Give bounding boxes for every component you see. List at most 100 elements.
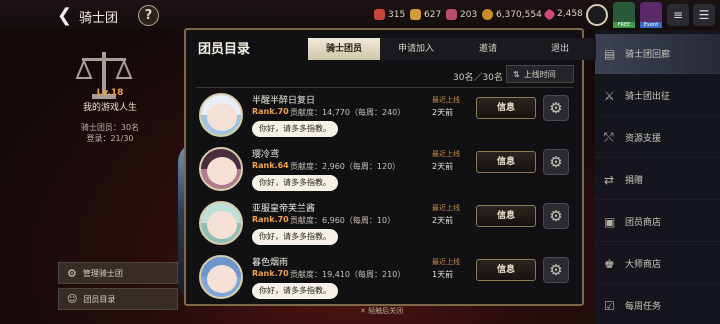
modal-tabs: 骑士团员 申请加入 邀请 退出 — [308, 38, 596, 60]
member-contribution: 贡献度：19,410（每周：210） — [290, 270, 406, 279]
last-login-value: 2天前 — [432, 108, 454, 117]
resource-gold-bar[interactable]: 627 — [410, 9, 441, 20]
avatar-face — [207, 211, 237, 239]
pvp-swords-icon[interactable] — [586, 4, 608, 26]
nav-guild-hall[interactable]: ▤ 骑士团回廊 — [595, 34, 720, 74]
last-login-label: 最近上线 — [432, 258, 460, 266]
info-button[interactable]: 信息 — [476, 259, 536, 281]
shuffle-icon: ⤲ — [604, 130, 614, 144]
resource-coin[interactable]: 6,370,554 — [482, 9, 542, 20]
screen-title: 骑士团 — [79, 11, 119, 26]
member-list-button[interactable]: ☺ 团员目录 — [58, 288, 178, 310]
modal-title: 团员目录 — [198, 42, 251, 57]
settings-gear-icon[interactable]: ⚙ — [543, 203, 569, 229]
member-greeting: 你好，请多多指教。 — [252, 175, 338, 191]
avatar-face — [207, 103, 237, 131]
manage-guild-button[interactable]: ⚙ 管理骑士团 — [58, 262, 178, 284]
member-avatar[interactable] — [199, 93, 243, 137]
guild-member-count: 骑士团员：30名 — [80, 123, 140, 132]
avatar-face — [207, 265, 237, 293]
help-button[interactable]: ? — [138, 5, 159, 26]
tab-members[interactable]: 骑士团员 — [308, 38, 380, 60]
member-row: 半醒半醉日复日 Rank.70 贡献度：14,770（每周：240） 你好，请多… — [194, 90, 574, 144]
guild-level: Lv.18 — [96, 88, 124, 98]
master-shop-icon: ♚ — [604, 256, 615, 271]
member-avatar[interactable] — [199, 255, 243, 299]
member-greeting: 你好，请多多指教。 — [252, 229, 338, 245]
member-greeting: 你好，请多多指教。 — [252, 121, 338, 137]
event-mail-icon[interactable]: Event — [640, 2, 662, 28]
member-rank: Rank.70 — [252, 269, 289, 278]
member-count: 30名／30名 — [453, 73, 503, 83]
member-avatar[interactable] — [199, 201, 243, 245]
guild-screen: ❮ 骑士团 ? 315 627 203 6,370,554 2,458 FREE… — [0, 0, 720, 324]
member-rank: Rank.64 — [252, 161, 289, 170]
settings-gear-icon[interactable]: ⚙ — [543, 257, 569, 283]
last-login-label: 最近上线 — [432, 150, 460, 158]
tab-leave[interactable]: 退出 — [524, 38, 596, 60]
crossed-swords-icon: ⚔ — [604, 88, 615, 103]
gem-icon — [543, 7, 556, 21]
ticket-icon — [446, 9, 457, 20]
sort-dropdown[interactable]: ⇅ 上线时间 — [506, 65, 574, 83]
sort-icon: ⇅ — [513, 69, 520, 79]
nav-donate[interactable]: ⇄ 捐赠 — [595, 160, 720, 200]
nav-master-shop[interactable]: ♚ 大师商店 — [595, 244, 720, 284]
divider — [196, 87, 574, 88]
last-login-value: 2天前 — [432, 216, 454, 225]
guild-hall-icon: ▤ — [604, 46, 616, 61]
info-button[interactable]: 信息 — [476, 97, 536, 119]
member-greeting: 你好，请多多指教。 — [252, 283, 338, 299]
person-icon: ☺ — [67, 293, 78, 305]
top-bar: ❮ 骑士团 ? 315 627 203 6,370,554 2,458 FREE… — [0, 0, 720, 30]
nav-weekly-task[interactable]: ☑ 每周任务 — [595, 286, 720, 324]
right-nav: ▤ 骑士团回廊 ⚔ 骑士团出征 ⤲ 资源支援 ⇄ 捐赠 ▣ 团员商店 ♚ 大师商… — [595, 30, 720, 324]
last-login-value: 1天前 — [432, 270, 454, 279]
tab-invite[interactable]: 邀请 — [452, 38, 524, 60]
nav-resource-support[interactable]: ⤲ 资源支援 — [595, 118, 720, 158]
gold-bar-icon — [410, 9, 421, 20]
member-row: 亚服皇帝芙兰酱 Rank.70 贡献度：6,960（每周：10） 你好，请多多指… — [194, 198, 574, 252]
settings-gear-icon[interactable]: ⚙ — [543, 149, 569, 175]
donate-icon: ⇄ — [604, 172, 615, 187]
member-avatar[interactable] — [199, 147, 243, 191]
info-button[interactable]: 信息 — [476, 205, 536, 227]
guild-online-count: 登录：21/30 — [86, 134, 134, 143]
shop-icon: ▣ — [604, 214, 616, 229]
coin-icon — [482, 9, 493, 20]
weekly-task-icon: ☑ — [604, 298, 615, 313]
member-row: 璎冷鸢 Rank.64 贡献度：2,960（每周：120） 你好，请多多指教。 … — [194, 144, 574, 198]
member-name: 暮色烟雨 — [252, 258, 289, 268]
resource-energy[interactable]: 315 — [374, 9, 405, 20]
resource-ticket[interactable]: 203 — [446, 9, 477, 20]
member-name: 亚服皇帝芙兰酱 — [252, 204, 316, 214]
guild-name: 我的游戏人生 — [82, 103, 137, 113]
info-button[interactable]: 信息 — [476, 151, 536, 173]
close-hint[interactable]: ✕ 轻触后关闭 — [360, 306, 403, 316]
avatar-face — [207, 157, 237, 185]
member-contribution: 贡献度：6,960（每周：10） — [290, 216, 396, 225]
nav-member-shop[interactable]: ▣ 团员商店 — [595, 202, 720, 242]
member-list-modal: 团员目录 骑士团员 申请加入 邀请 退出 30名／30名 ⇅ 上线时间 半醒半醉… — [184, 28, 596, 306]
last-login-label: 最近上线 — [432, 96, 460, 104]
chat-icon[interactable]: ≡ — [667, 4, 689, 26]
tab-applications[interactable]: 申请加入 — [380, 38, 452, 60]
last-login-value: 2天前 — [432, 162, 454, 171]
member-contribution: 贡献度：14,770（每周：240） — [290, 108, 406, 117]
nav-guild-expedition[interactable]: ⚔ 骑士团出征 — [595, 76, 720, 116]
energy-icon — [374, 9, 385, 20]
back-arrow-icon[interactable]: ❮ — [57, 5, 72, 26]
gift-icon[interactable]: FREE — [613, 2, 635, 28]
menu-icon[interactable]: ☰ — [693, 4, 715, 26]
resource-gem[interactable]: 2,458 — [543, 7, 583, 21]
member-list[interactable]: 半醒半醉日复日 Rank.70 贡献度：14,770（每周：240） 你好，请多… — [194, 90, 574, 300]
member-name: 半醒半醉日复日 — [252, 96, 316, 106]
member-rank: Rank.70 — [252, 215, 289, 224]
last-login-label: 最近上线 — [432, 204, 460, 212]
member-name: 璎冷鸢 — [252, 150, 280, 160]
member-rank: Rank.70 — [252, 107, 289, 116]
settings-gear-icon[interactable]: ⚙ — [543, 95, 569, 121]
member-contribution: 贡献度：2,960（每周：120） — [290, 162, 401, 171]
gear-icon: ⚙ — [67, 266, 77, 280]
member-row: 暮色烟雨 Rank.70 贡献度：19,410（每周：210） 你好，请多多指教… — [194, 252, 574, 300]
